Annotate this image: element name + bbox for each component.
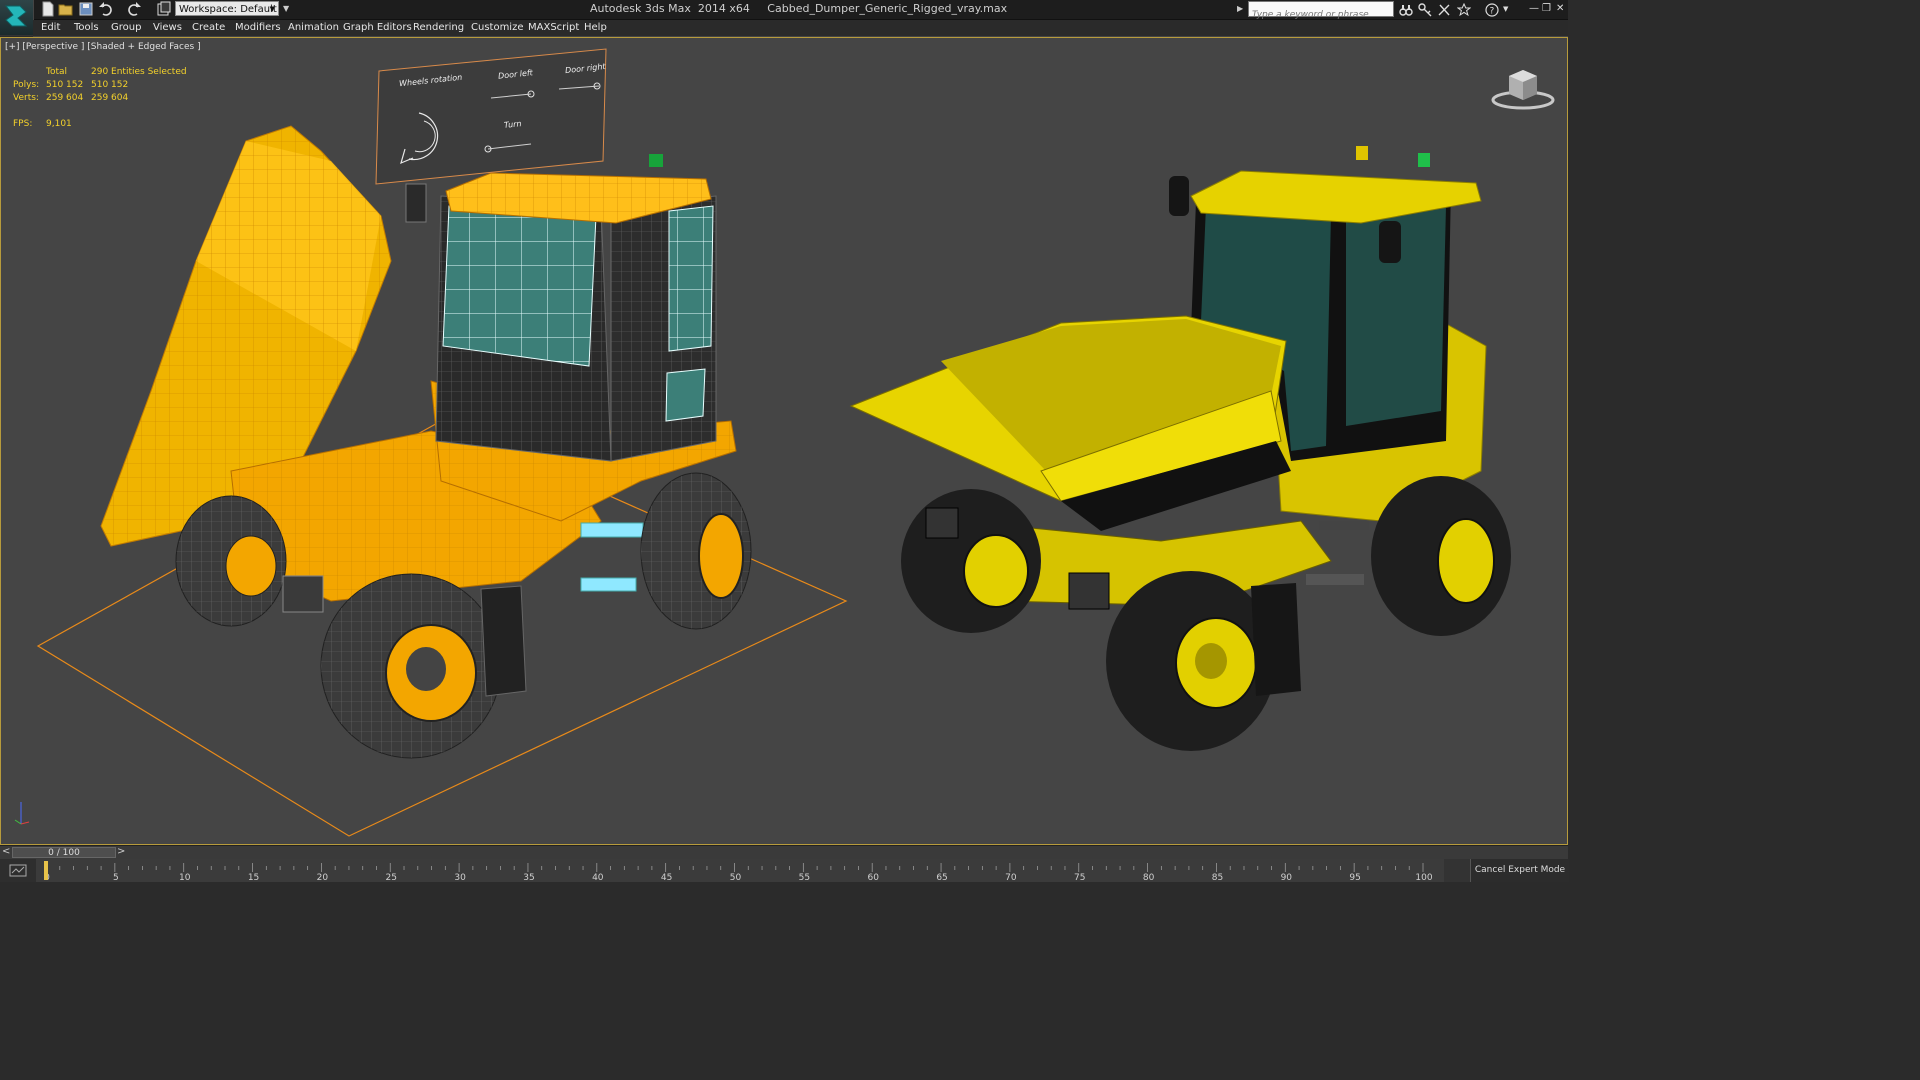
ruler-tick-label: 80: [1143, 873, 1155, 882]
ruler-tick-label: 55: [799, 873, 810, 882]
ruler-tick-label: 35: [523, 873, 534, 882]
redo-icon[interactable]: [126, 1, 142, 17]
ruler-tick-label: 60: [867, 873, 879, 882]
dumper-wireframe-model[interactable]: [100, 125, 752, 759]
subscription-key-icon[interactable]: [1418, 2, 1432, 17]
stats-verts-selected: 259 604: [91, 93, 129, 103]
ruler-tick-label: 20: [317, 873, 329, 882]
help-dropdown-icon[interactable]: ▼: [1503, 5, 1508, 13]
stats-polys-label: Polys:: [13, 80, 40, 90]
open-file-icon[interactable]: [58, 1, 74, 17]
scene-canvas[interactable]: [1, 38, 1567, 844]
stats-selected-label: 290 Entities Selected: [91, 67, 187, 77]
menu-bar: Edit Tools Group Views Create Modifiers …: [33, 20, 1568, 37]
search-box[interactable]: [1248, 1, 1395, 22]
ruler-tick-label: 75: [1074, 873, 1085, 882]
menu-animation[interactable]: Animation: [288, 22, 339, 33]
workspace-label: Workspace: Default: [179, 4, 277, 15]
stats-fps-value: 9,101: [46, 119, 72, 129]
time-slider-previous-button[interactable]: <: [2, 846, 10, 857]
binoculars-icon[interactable]: [1399, 2, 1413, 16]
ruler-tick-label: 65: [936, 873, 947, 882]
ruler-tick-label: 5: [113, 873, 119, 882]
shaded-rear-left-wheel: [901, 489, 1041, 633]
max-logo-icon: [4, 5, 28, 27]
chevron-down-icon: ▼: [269, 5, 275, 13]
menu-rendering[interactable]: Rendering: [413, 22, 464, 33]
track-bar[interactable]: 0510152025303540455055606570758085909510…: [0, 859, 1569, 882]
communication-center-icon[interactable]: [1437, 2, 1451, 16]
cancel-expert-mode-label: Cancel Expert Mode: [1474, 865, 1566, 875]
time-slider-position: 0 / 100: [48, 848, 80, 858]
ruler-tick-label: 100: [1415, 873, 1432, 882]
quick-access-dropdown-icon[interactable]: ▼: [283, 1, 299, 17]
shaded-rear-right-wheel: [1371, 476, 1511, 636]
ruler-tick-label: 40: [592, 873, 604, 882]
ruler-tick-label: 10: [179, 873, 191, 882]
workspace-dropdown[interactable]: Workspace: Default ▼: [175, 1, 279, 16]
save-file-icon[interactable]: [78, 1, 94, 17]
turn-label: Turn: [503, 119, 522, 130]
front-left-wheel: [320, 573, 502, 759]
title-bar: Workspace: Default ▼ ▼ Autodesk 3ds Max …: [0, 0, 1568, 22]
viewcube-icon[interactable]: [1491, 66, 1555, 116]
rear-right-wheel: [640, 472, 752, 630]
window-title: Autodesk 3ds Max 2014 x64 Cabbed_Dumper_…: [590, 2, 1008, 15]
ruler-tick-label: 25: [386, 873, 397, 882]
current-frame-marker[interactable]: [44, 861, 48, 880]
menu-group[interactable]: Group: [111, 22, 141, 33]
stats-total-label: Total: [46, 67, 68, 77]
frame-ruler[interactable]: 0510152025303540455055606570758085909510…: [36, 859, 1444, 882]
ruler-tick-label: 70: [1005, 873, 1017, 882]
cancel-expert-mode-button[interactable]: Cancel Expert Mode: [1470, 859, 1569, 882]
application-menu-button[interactable]: [0, 0, 34, 36]
menu-graph-editors[interactable]: Graph Editors: [343, 22, 412, 33]
axis-tripod-icon: [11, 798, 31, 830]
ruler-tick-label: 30: [454, 873, 466, 882]
minimize-icon[interactable]: —: [1529, 3, 1539, 14]
ruler-tick-label: 45: [661, 873, 672, 882]
perspective-viewport[interactable]: [+] [Perspective ] [Shaded + Edged Faces…: [0, 37, 1568, 845]
menu-tools[interactable]: Tools: [74, 22, 99, 33]
time-slider-thumb[interactable]: 0 / 100: [12, 847, 116, 858]
stats-polys-selected: 510 152: [91, 80, 129, 90]
viewport-label-menu[interactable]: [+] [Perspective ] [Shaded + Edged Faces…: [5, 42, 201, 52]
shaded-front-left-wheel: [1106, 571, 1276, 751]
frame-ruler-ticks: 0510152025303540455055606570758085909510…: [44, 861, 1433, 882]
close-icon[interactable]: ✕: [1556, 3, 1564, 14]
dumper-shaded-model[interactable]: [849, 146, 1511, 751]
svg-text:?: ?: [1490, 7, 1495, 17]
stats-verts-total: 259 604: [46, 93, 84, 103]
restore-icon[interactable]: ❐: [1542, 3, 1551, 14]
stats-polys-total: 510 152: [46, 80, 84, 90]
time-slider[interactable]: < 0 / 100 >: [0, 845, 1568, 860]
mini-curve-editor-icon[interactable]: [0, 859, 37, 882]
new-file-icon[interactable]: [40, 1, 56, 17]
menu-modifiers[interactable]: Modifiers: [235, 22, 281, 33]
help-icon[interactable]: ?: [1485, 2, 1499, 17]
ruler-tick-label: 90: [1281, 873, 1293, 882]
menu-edit[interactable]: Edit: [41, 22, 60, 33]
ruler-tick-label: 95: [1349, 873, 1360, 882]
menu-views[interactable]: Views: [153, 22, 182, 33]
menu-create[interactable]: Create: [192, 22, 225, 33]
favorites-star-icon[interactable]: [1456, 2, 1472, 17]
project-folder-icon[interactable]: [156, 1, 172, 17]
ruler-tick-label: 15: [248, 873, 259, 882]
stats-fps-label: FPS:: [13, 119, 33, 129]
menu-maxscript[interactable]: MAXScript: [528, 22, 579, 33]
ruler-tick-label: 50: [730, 873, 742, 882]
menu-customize[interactable]: Customize: [471, 22, 524, 33]
menu-help[interactable]: Help: [584, 22, 607, 33]
ruler-tick-label: 85: [1212, 873, 1223, 882]
undo-icon[interactable]: [98, 1, 114, 17]
rear-left-wheel: [175, 495, 287, 627]
time-slider-next-button[interactable]: >: [117, 846, 125, 857]
stats-verts-label: Verts:: [13, 93, 39, 103]
